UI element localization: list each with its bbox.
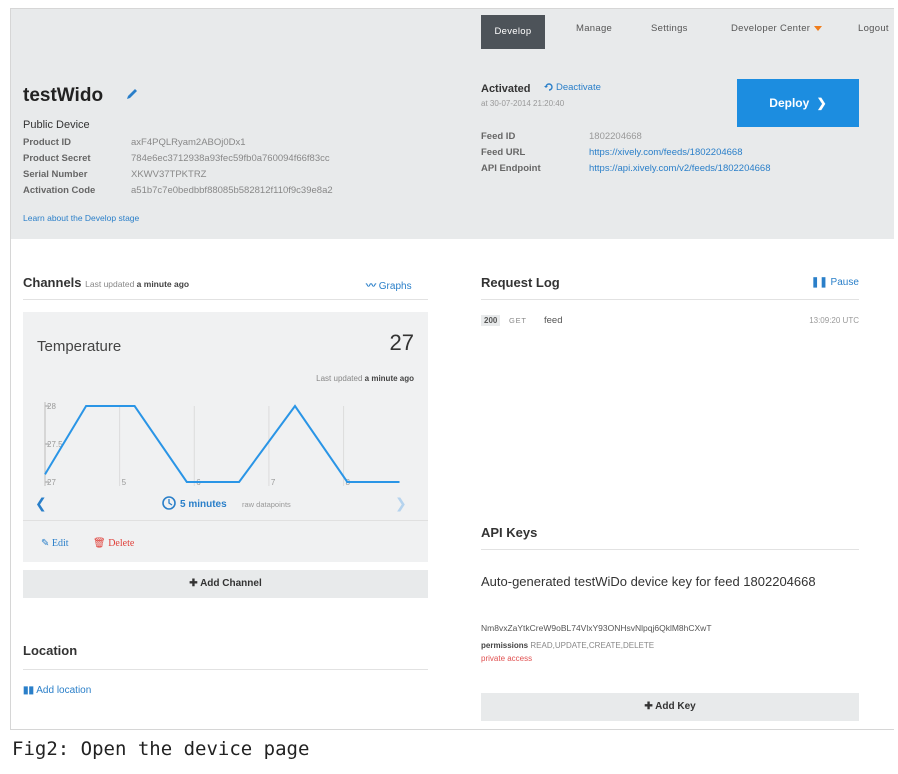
x-tick-label: 5: [122, 478, 127, 487]
app-frame: Develop Manage Settings Developer Center…: [10, 8, 894, 730]
deactivate-link[interactable]: Deactivate: [556, 82, 601, 93]
channel-card-temperature[interactable]: Temperature 27 Last updated a minute ago…: [23, 312, 428, 562]
add-key-label: Add Key: [655, 701, 696, 712]
updated-prefix: Last updated: [316, 374, 363, 383]
request-resource: feed: [544, 315, 563, 326]
pause-label: Pause: [830, 277, 859, 288]
add-key-button[interactable]: ✚ Add Key: [481, 693, 859, 721]
field-value: axF4PQLRyam2ABOj0Dx1: [131, 137, 246, 148]
trash-icon: 🗑: [93, 538, 106, 549]
channel-value: 27: [389, 330, 414, 355]
channels-header: Channels Last updated a minute ago: [23, 275, 189, 290]
api-keys-divider: [481, 549, 859, 550]
chevron-right-icon[interactable]: ❯: [395, 496, 407, 512]
x-tick-label: 7: [271, 478, 276, 487]
channels-divider: [23, 299, 428, 300]
location-divider: [23, 669, 428, 670]
plus-icon: ✚: [644, 701, 653, 712]
clock-hand: [168, 499, 173, 506]
device-name: testWido: [23, 85, 104, 106]
graphs-link[interactable]: 〰 Graphs: [366, 277, 412, 292]
deploy-button[interactable]: Deploy ❯: [737, 79, 859, 127]
figure-caption: Fig2: Open the device page: [12, 738, 310, 760]
add-location-label: Add location: [36, 685, 92, 696]
updated-value: a minute ago: [136, 279, 190, 289]
api-key-value[interactable]: Nm8vxZaYtkCreW9oBL74VlxY93ONHsvNlpqj6Qkl…: [481, 623, 712, 633]
field-label: Activation Code: [23, 185, 96, 196]
api-key-permissions: permissions READ,UPDATE,CREATE,DELETE: [481, 641, 654, 650]
activated-label: Activated: [481, 83, 531, 95]
y-tick-label: 27: [47, 478, 56, 487]
pause-button[interactable]: ❚❚ Pause: [811, 277, 859, 288]
channels-updated: Last updated a minute ago: [85, 279, 189, 289]
updated-prefix: Last updated: [85, 279, 135, 289]
edit-channel-button[interactable]: ✎ Edit: [41, 538, 69, 549]
delete-channel-button[interactable]: 🗑 Delete: [93, 538, 134, 549]
nav-developer-center-label: Developer Center: [731, 23, 811, 34]
api-keys-title: API Keys: [481, 525, 538, 540]
field-value: 784e6ec3712938a93fec59fb0a760094f66f83cc: [131, 153, 330, 164]
nav-settings[interactable]: Settings: [651, 9, 688, 49]
nav-develop[interactable]: Develop: [481, 15, 545, 49]
pencil-icon: ✎: [41, 538, 50, 549]
add-channel-button[interactable]: ✚ Add Channel: [23, 570, 428, 598]
location-title: Location: [23, 643, 78, 658]
plus-icon: ✚: [189, 578, 198, 589]
channel-updated: Last updated a minute ago: [316, 374, 414, 383]
permissions-value: READ,UPDATE,CREATE,DELETE: [530, 641, 655, 650]
request-method: GET: [509, 316, 527, 325]
permissions-label: permissions: [481, 641, 529, 650]
deploy-label: Deploy: [769, 96, 810, 110]
device-type: Public Device: [23, 119, 90, 131]
edit-label: Edit: [51, 538, 69, 549]
field-label: Feed ID: [481, 131, 516, 142]
graphs-label: Graphs: [378, 281, 412, 292]
channel-name: Temperature: [37, 338, 122, 355]
field-label: Product Secret: [23, 153, 91, 164]
channels-title: Channels: [23, 275, 82, 290]
nav-developer-center[interactable]: Developer Center: [731, 9, 823, 49]
range-label: 5 minutes: [180, 499, 227, 510]
api-endpoint-link[interactable]: https://api.xively.com/v2/feeds/18022046…: [589, 163, 771, 174]
field-label: Serial Number: [23, 169, 88, 180]
map-icon: ▮▮: [23, 685, 35, 696]
feed-url-link[interactable]: https://xively.com/feeds/1802204668: [589, 147, 743, 158]
add-location-link[interactable]: ▮▮ Add location: [23, 685, 91, 696]
api-key-description: Auto-generated testWiDo device key for f…: [481, 574, 816, 589]
field-label: Product ID: [23, 137, 72, 148]
field-label: Feed URL: [481, 147, 526, 158]
field-value: 1802204668: [589, 131, 642, 142]
channel-card-footer: ✎ Edit 🗑 Delete: [23, 520, 428, 562]
pencil-icon[interactable]: [125, 87, 139, 101]
chevron-left-icon[interactable]: ❮: [35, 496, 47, 512]
temperature-chart: 2827.52756789❮❯5 minutesraw datapoints: [35, 402, 407, 512]
learn-develop-link[interactable]: Learn about the Develop stage: [23, 213, 139, 223]
caret-down-icon: [814, 25, 823, 31]
nav-logout[interactable]: Logout: [858, 9, 889, 49]
request-log-divider: [481, 299, 859, 300]
device-header: testWido Public Device Product ID axF4PQ…: [11, 49, 894, 239]
add-channel-label: Add Channel: [200, 578, 262, 589]
refresh-icon: [544, 83, 553, 91]
updated-value: a minute ago: [364, 374, 414, 383]
request-time: 13:09:20 UTC: [809, 316, 859, 325]
field-value: XKWV37TPKTRZ: [131, 169, 207, 180]
graph-icon: 〰: [366, 281, 376, 292]
field-label: API Endpoint: [481, 163, 541, 174]
activation-date: at 30-07-2014 21:20:40: [481, 99, 565, 108]
pause-icon: ❚❚: [811, 277, 828, 288]
chevron-right-icon: ❯: [816, 96, 827, 110]
request-log-title: Request Log: [481, 275, 560, 290]
range-suffix: raw datapoints: [242, 500, 291, 509]
delete-label: Delete: [108, 538, 135, 549]
y-tick-label: 28: [47, 402, 56, 411]
series-line: [44, 404, 400, 483]
top-nav: Develop Manage Settings Developer Center…: [11, 9, 894, 49]
private-access-label: private access: [481, 654, 533, 663]
status-code-badge: 200: [481, 315, 501, 326]
field-value: a51b7c7e0bedbbf88085b582812f110f9c39e8a2: [131, 185, 333, 196]
nav-manage[interactable]: Manage: [576, 9, 612, 49]
